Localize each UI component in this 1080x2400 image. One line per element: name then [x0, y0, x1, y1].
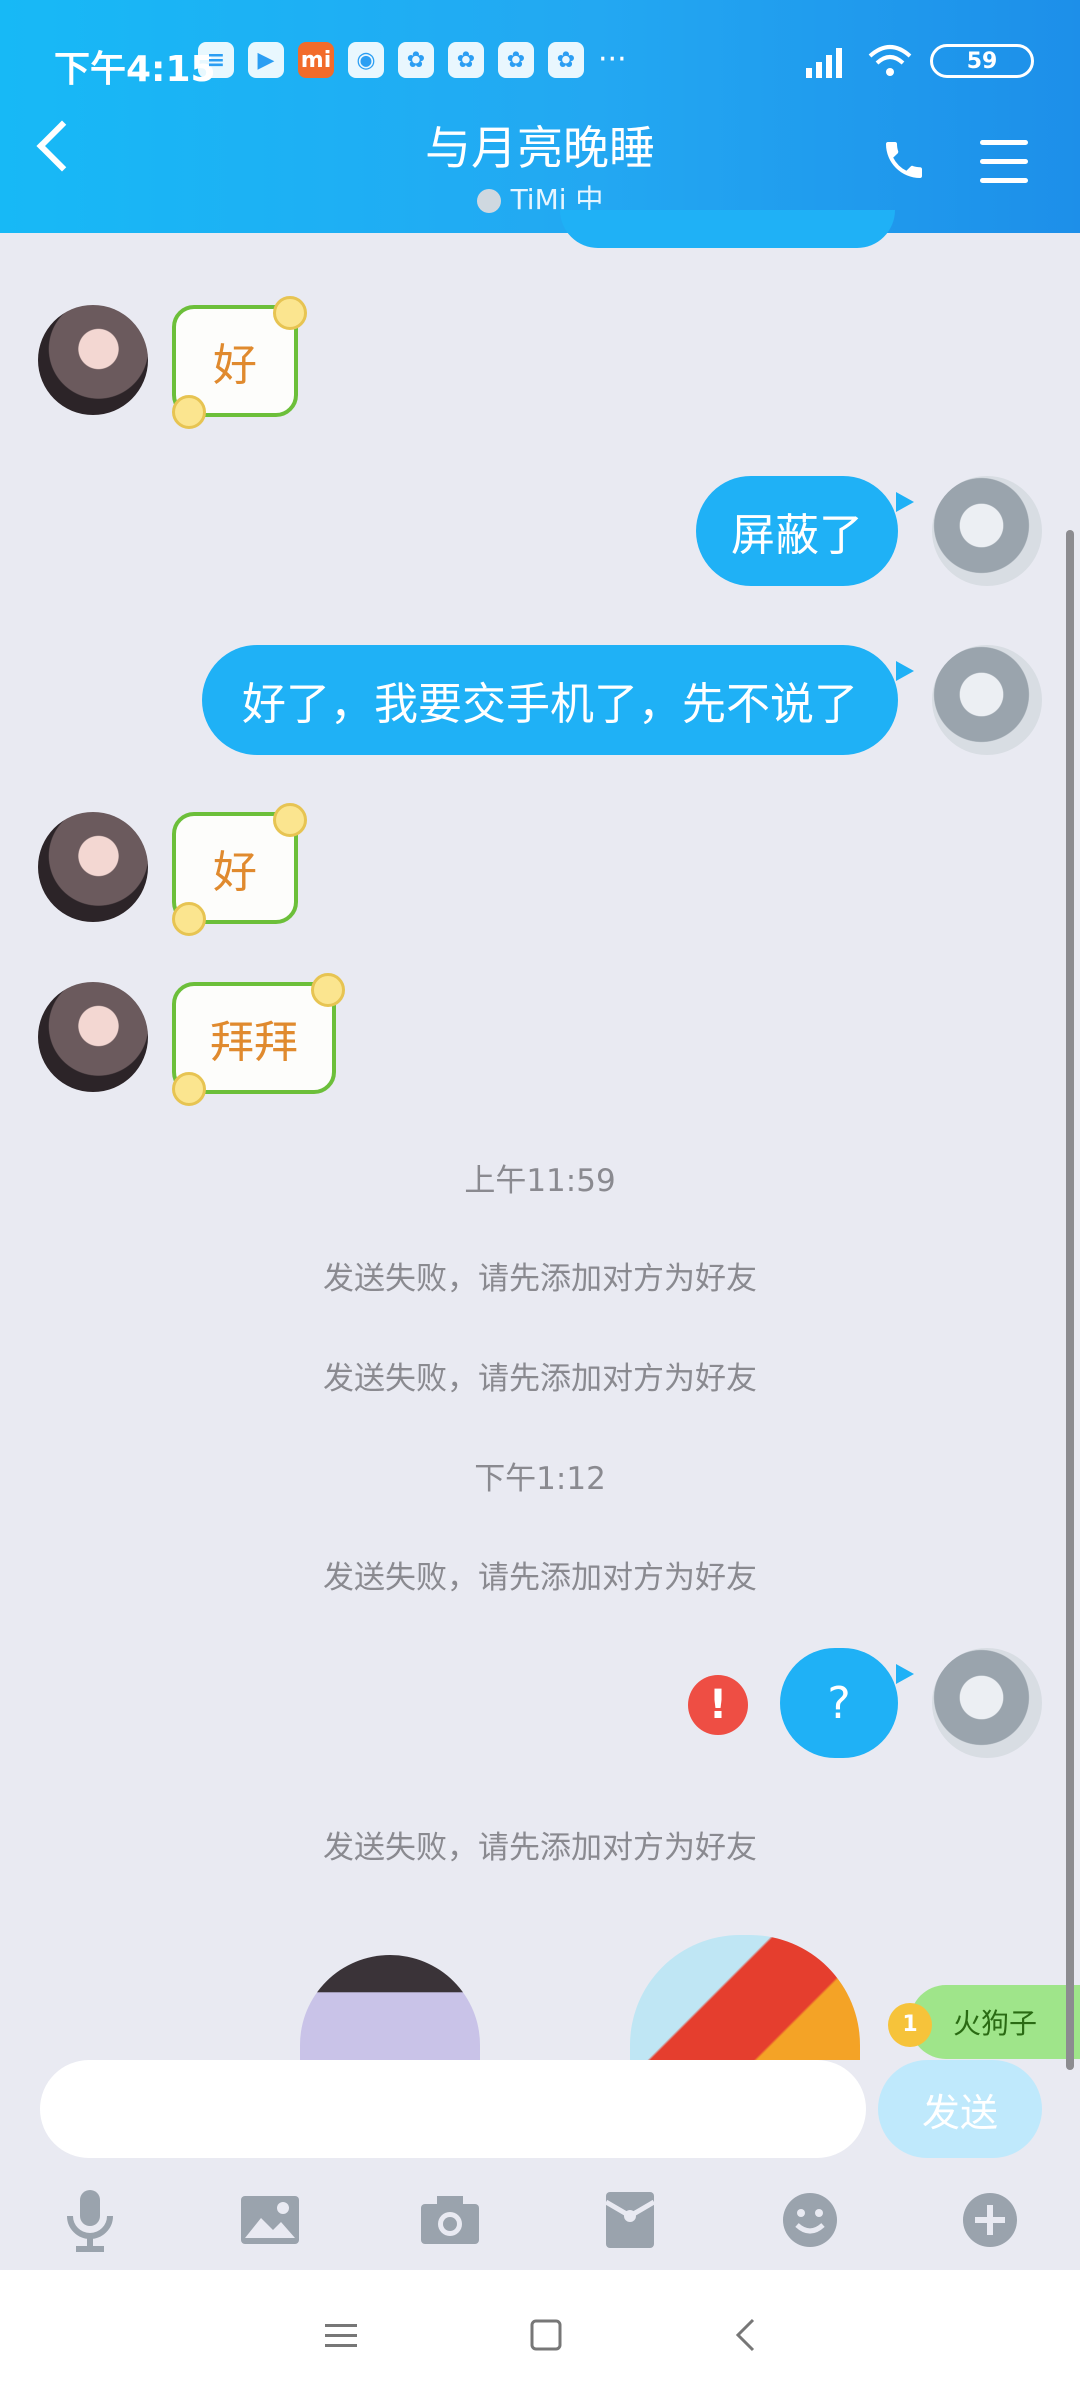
play-store-icon: ▶ — [248, 42, 284, 78]
message-input[interactable] — [40, 2060, 866, 2158]
home-icon[interactable] — [529, 2318, 563, 2352]
suggestion-badge: 1 — [888, 2003, 932, 2047]
flower-decoration — [273, 803, 307, 837]
battery-indicator: 59 — [930, 44, 1034, 78]
scrollbar[interactable] — [1066, 530, 1074, 2070]
game-icon: ◉ — [348, 42, 384, 78]
send-button[interactable]: 发送 — [878, 2060, 1042, 2158]
red-packet-icon[interactable] — [594, 2184, 666, 2256]
contact-avatar[interactable] — [38, 982, 148, 1092]
flower-decoration — [172, 902, 206, 936]
sent-message-bubble[interactable]: 好了，我要交手机了，先不说了 — [202, 645, 898, 755]
status-time: 下午4:15 — [54, 49, 216, 90]
emoji-icon[interactable] — [774, 2184, 846, 2256]
back-icon[interactable] — [733, 2317, 757, 2353]
bubble-tail — [896, 1664, 914, 1684]
status-right: 59 — [806, 44, 1034, 78]
flower-decoration — [172, 1072, 206, 1106]
sticker-suggestion-label: 火狗子 — [952, 2007, 1037, 2040]
system-notice: 发送失败，请先添加对方为好友 — [323, 1361, 757, 1397]
plus-icon[interactable] — [954, 2184, 1026, 2256]
baidu-paw-icon: ✿ — [498, 42, 534, 78]
chat-subtitle: TiMi 中 — [0, 178, 1080, 218]
microphone-icon[interactable] — [54, 2184, 126, 2256]
sticker-preview-characters[interactable] — [630, 1935, 860, 2060]
flower-decoration — [311, 973, 345, 1007]
send-failed-icon[interactable]: ! — [688, 1675, 748, 1735]
my-avatar[interactable] — [932, 476, 1042, 586]
flower-decoration — [172, 395, 206, 429]
bubble-tail — [896, 661, 914, 681]
bubble-tail — [896, 492, 914, 512]
sticker-preview-anime-girl[interactable] — [300, 1955, 480, 2060]
sticker-suggestion-chip[interactable]: 火狗子 — [910, 1985, 1080, 2059]
system-nav-bar — [0, 2270, 1080, 2400]
system-notice: 发送失败，请先添加对方为好友 — [323, 1261, 757, 1297]
messages-icon: ≡ — [198, 42, 234, 78]
camera-icon[interactable] — [414, 2184, 486, 2256]
menu-button[interactable] — [980, 140, 1028, 197]
timestamp: 下午1:12 — [474, 1461, 606, 1497]
signal-icon — [806, 48, 842, 78]
baidu-paw-icon: ✿ — [548, 42, 584, 78]
my-avatar[interactable] — [932, 1648, 1042, 1758]
menu-icon[interactable] — [323, 2320, 359, 2350]
status-more: ··· — [598, 42, 627, 77]
wifi-icon — [868, 45, 912, 76]
sent-message-bubble[interactable]: 屏蔽了 — [696, 476, 898, 586]
contact-avatar[interactable] — [38, 812, 148, 922]
chat-header: 下午4:15 ≡ ▶ mi ◉ ✿ ✿ ✿ ✿ ··· 59 与月亮晚睡 TiM… — [0, 0, 1080, 233]
my-avatar[interactable] — [932, 645, 1042, 755]
timi-logo-icon — [476, 189, 501, 213]
baidu-paw-icon: ✿ — [398, 42, 434, 78]
phone-call-button[interactable] — [880, 136, 928, 184]
system-notice: 发送失败，请先添加对方为好友 — [323, 1830, 757, 1866]
baidu-paw-icon: ✿ — [448, 42, 484, 78]
system-notice: 发送失败，请先添加对方为好友 — [323, 1560, 757, 1596]
input-toolbar — [0, 2170, 1080, 2270]
previous-message-bubble — [560, 210, 895, 248]
flower-decoration — [273, 296, 307, 330]
image-icon[interactable] — [234, 2184, 306, 2256]
timestamp: 上午11:59 — [464, 1163, 616, 1199]
sent-message-bubble[interactable]: ? — [780, 1648, 898, 1758]
mi-icon: mi — [298, 42, 334, 78]
status-app-icons: ≡ ▶ mi ◉ ✿ ✿ ✿ ✿ ··· — [198, 42, 627, 78]
contact-avatar[interactable] — [38, 305, 148, 415]
